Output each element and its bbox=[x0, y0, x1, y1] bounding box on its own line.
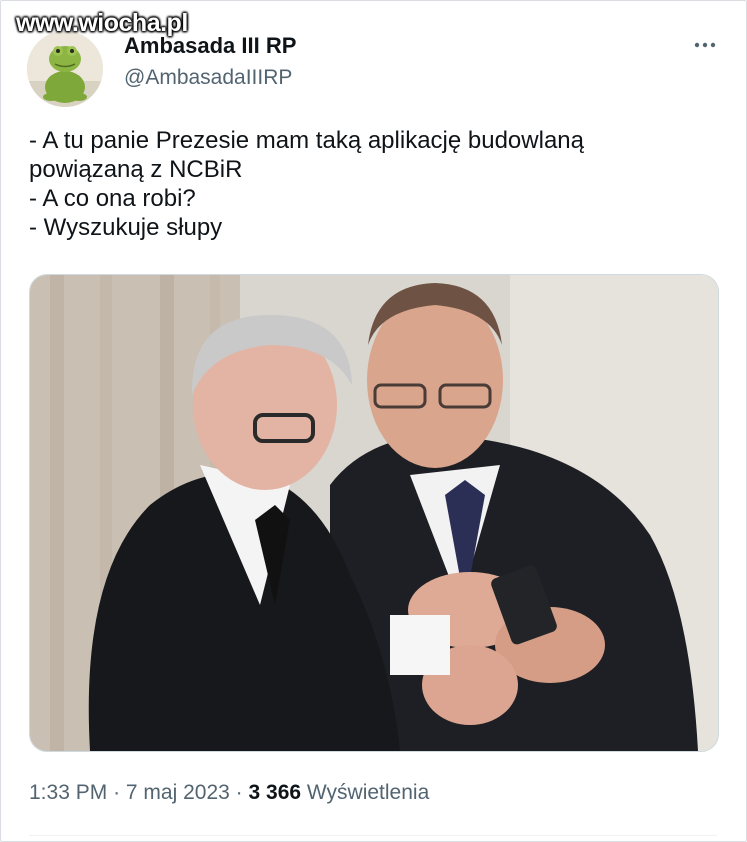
tweet-meta: 1:33 PM · 7 maj 2023 · 3 366 Wyświetleni… bbox=[29, 781, 429, 805]
tweet-line: - A co ona robi? bbox=[29, 185, 196, 212]
more-options-button[interactable] bbox=[688, 28, 722, 62]
site-watermark: www.wiocha.pl bbox=[16, 9, 188, 37]
photo-two-men-phone bbox=[30, 275, 718, 751]
author-handle[interactable]: @AmbasadaIIIRP bbox=[124, 66, 292, 90]
tweet-line: powiązaną z NCBiR bbox=[29, 156, 243, 183]
tweet-time[interactable]: 1:33 PM bbox=[29, 781, 107, 804]
avatar[interactable] bbox=[27, 31, 103, 107]
tweet-text: - A tu panie Prezesie mam taką aplikację… bbox=[29, 126, 719, 242]
meta-separator: · bbox=[235, 781, 243, 804]
tweet-line: - A tu panie Prezesie mam taką aplikację… bbox=[29, 127, 584, 154]
views-count: 3 366 bbox=[248, 781, 302, 804]
tweet-date[interactable]: 7 maj 2023 bbox=[126, 781, 230, 804]
views-label[interactable]: Wyświetlenia bbox=[307, 781, 429, 804]
divider bbox=[29, 835, 717, 836]
meta-separator: · bbox=[113, 781, 121, 804]
frog-avatar-icon bbox=[27, 31, 103, 107]
more-options-icon bbox=[694, 42, 716, 48]
tweet-line: - Wyszukuje słupy bbox=[29, 214, 223, 241]
tweet-photo[interactable] bbox=[29, 274, 719, 752]
